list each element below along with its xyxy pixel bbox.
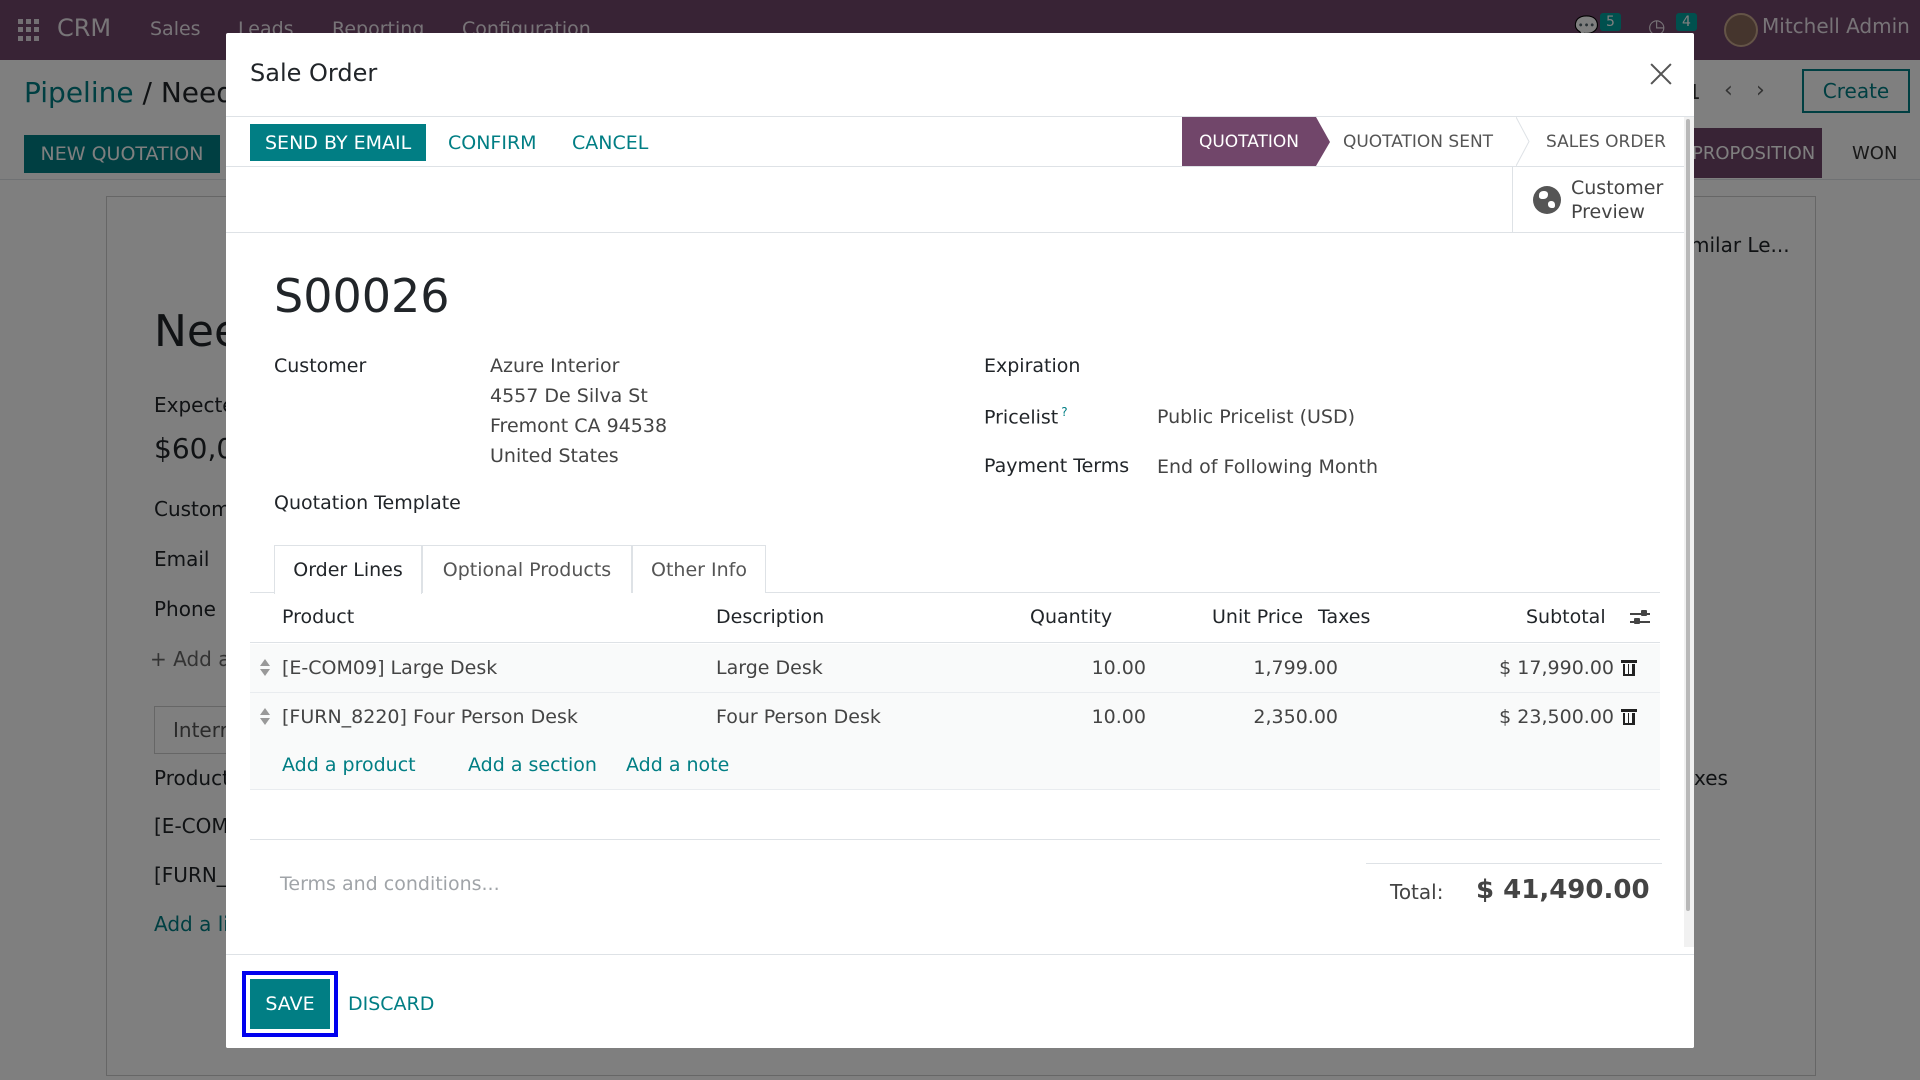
col-description[interactable]: Description: [716, 606, 824, 628]
line-subtotal: $ 23,500.00: [1499, 706, 1614, 728]
tab-optional-products[interactable]: Optional Products: [422, 545, 632, 593]
stage-sales-order[interactable]: SALES ORDER: [1532, 117, 1680, 166]
tab-other-info[interactable]: Other Info: [632, 545, 766, 593]
dialog-title: Sale Order: [250, 59, 378, 87]
customer-preview-button[interactable]: Customer Preview: [1512, 167, 1684, 233]
drag-handle-icon[interactable]: [260, 659, 270, 677]
add-product-link[interactable]: Add a product: [282, 754, 416, 776]
line-description[interactable]: Large Desk: [716, 657, 823, 679]
order-lines-header: Product Description Quantity Unit Price …: [250, 593, 1660, 643]
line-product[interactable]: [E-COM09] Large Desk: [282, 657, 497, 679]
discard-button[interactable]: DISCARD: [348, 979, 434, 1029]
col-taxes[interactable]: Taxes: [1318, 606, 1370, 628]
tab-order-lines[interactable]: Order Lines: [274, 545, 422, 594]
line-quantity[interactable]: 10.00: [1010, 657, 1146, 679]
order-reference: S00026: [274, 269, 450, 323]
table-row[interactable]: [FURN_8220] Four Person Desk Four Person…: [250, 693, 1660, 742]
line-subtotal: $ 17,990.00: [1499, 657, 1614, 679]
terms-and-conditions-field[interactable]: Terms and conditions...: [280, 873, 500, 895]
total-divider: [1366, 863, 1662, 864]
table-row[interactable]: [E-COM09] Large Desk Large Desk 10.00 1,…: [250, 644, 1660, 693]
col-subtotal[interactable]: Subtotal: [1526, 606, 1606, 628]
trash-icon[interactable]: [1621, 659, 1637, 677]
pricelist-help-icon[interactable]: ?: [1061, 405, 1067, 419]
globe-icon: [1533, 186, 1561, 214]
customer-country: United States: [490, 445, 619, 467]
stage-quotation[interactable]: QUOTATION: [1182, 117, 1330, 166]
smart-button-box: Customer Preview: [226, 167, 1684, 233]
confirm-button[interactable]: CONFIRM: [448, 124, 537, 161]
status-bar: SEND BY EMAIL CONFIRM CANCEL QUOTATION Q…: [226, 117, 1684, 167]
add-section-link[interactable]: Add a section: [468, 754, 597, 776]
stage-quotation-sent[interactable]: QUOTATION SENT: [1330, 117, 1506, 166]
line-unit-price[interactable]: 2,350.00: [1180, 706, 1338, 728]
customer-preview-label-1: Customer: [1571, 177, 1664, 199]
pricelist-label: Pricelist?: [984, 405, 1068, 429]
drag-handle-icon[interactable]: [260, 708, 270, 726]
sale-order-dialog: Sale Order SEND BY EMAIL CONFIRM CANCEL …: [226, 33, 1694, 1048]
add-note-link[interactable]: Add a note: [626, 754, 729, 776]
line-quantity[interactable]: 10.00: [1010, 706, 1146, 728]
send-by-email-button[interactable]: SEND BY EMAIL: [250, 124, 427, 161]
dialog-footer: SAVE DISCARD: [226, 954, 1694, 1048]
optional-columns-icon[interactable]: [1630, 609, 1652, 627]
col-unit-price[interactable]: Unit Price: [1212, 606, 1303, 628]
customer-field-label: Customer: [274, 355, 367, 377]
customer-city: Fremont CA 94538: [490, 415, 668, 437]
col-quantity[interactable]: Quantity: [1030, 606, 1112, 628]
stage-separator-chevron: [1516, 117, 1530, 166]
save-button[interactable]: SAVE: [250, 979, 330, 1029]
cancel-button[interactable]: CANCEL: [572, 124, 648, 161]
dialog-header: Sale Order: [226, 33, 1694, 117]
customer-name[interactable]: Azure Interior: [490, 351, 667, 381]
empty-row: [250, 791, 1660, 840]
payment-terms-label: Payment Terms: [984, 455, 1130, 477]
expiration-label: Expiration: [984, 355, 1081, 377]
scrollbar-thumb[interactable]: [1686, 119, 1690, 911]
line-unit-price[interactable]: 1,799.00: [1180, 657, 1338, 679]
line-description[interactable]: Four Person Desk: [716, 706, 881, 728]
customer-preview-label-2: Preview: [1571, 201, 1645, 223]
customer-address[interactable]: Azure Interior 4557 De Silva St Fremont …: [490, 351, 667, 471]
notebook-tabs: Order Lines Optional Products Other Info: [250, 545, 1660, 594]
customer-street: 4557 De Silva St: [490, 385, 648, 407]
add-line-row: Add a product Add a section Add a note: [250, 741, 1660, 790]
pricelist-value[interactable]: Public Pricelist (USD): [1157, 406, 1355, 428]
total-amount: $ 41,490.00: [1476, 875, 1650, 905]
quotation-template-label: Quotation Template: [274, 492, 461, 514]
dialog-scrollbar[interactable]: [1684, 117, 1694, 947]
col-product[interactable]: Product: [282, 606, 354, 628]
total-label: Total:: [1390, 880, 1444, 904]
trash-icon[interactable]: [1621, 708, 1637, 726]
close-icon[interactable]: [1646, 59, 1676, 89]
line-product[interactable]: [FURN_8220] Four Person Desk: [282, 706, 578, 728]
payment-terms-value[interactable]: End of Following Month: [1157, 456, 1378, 478]
